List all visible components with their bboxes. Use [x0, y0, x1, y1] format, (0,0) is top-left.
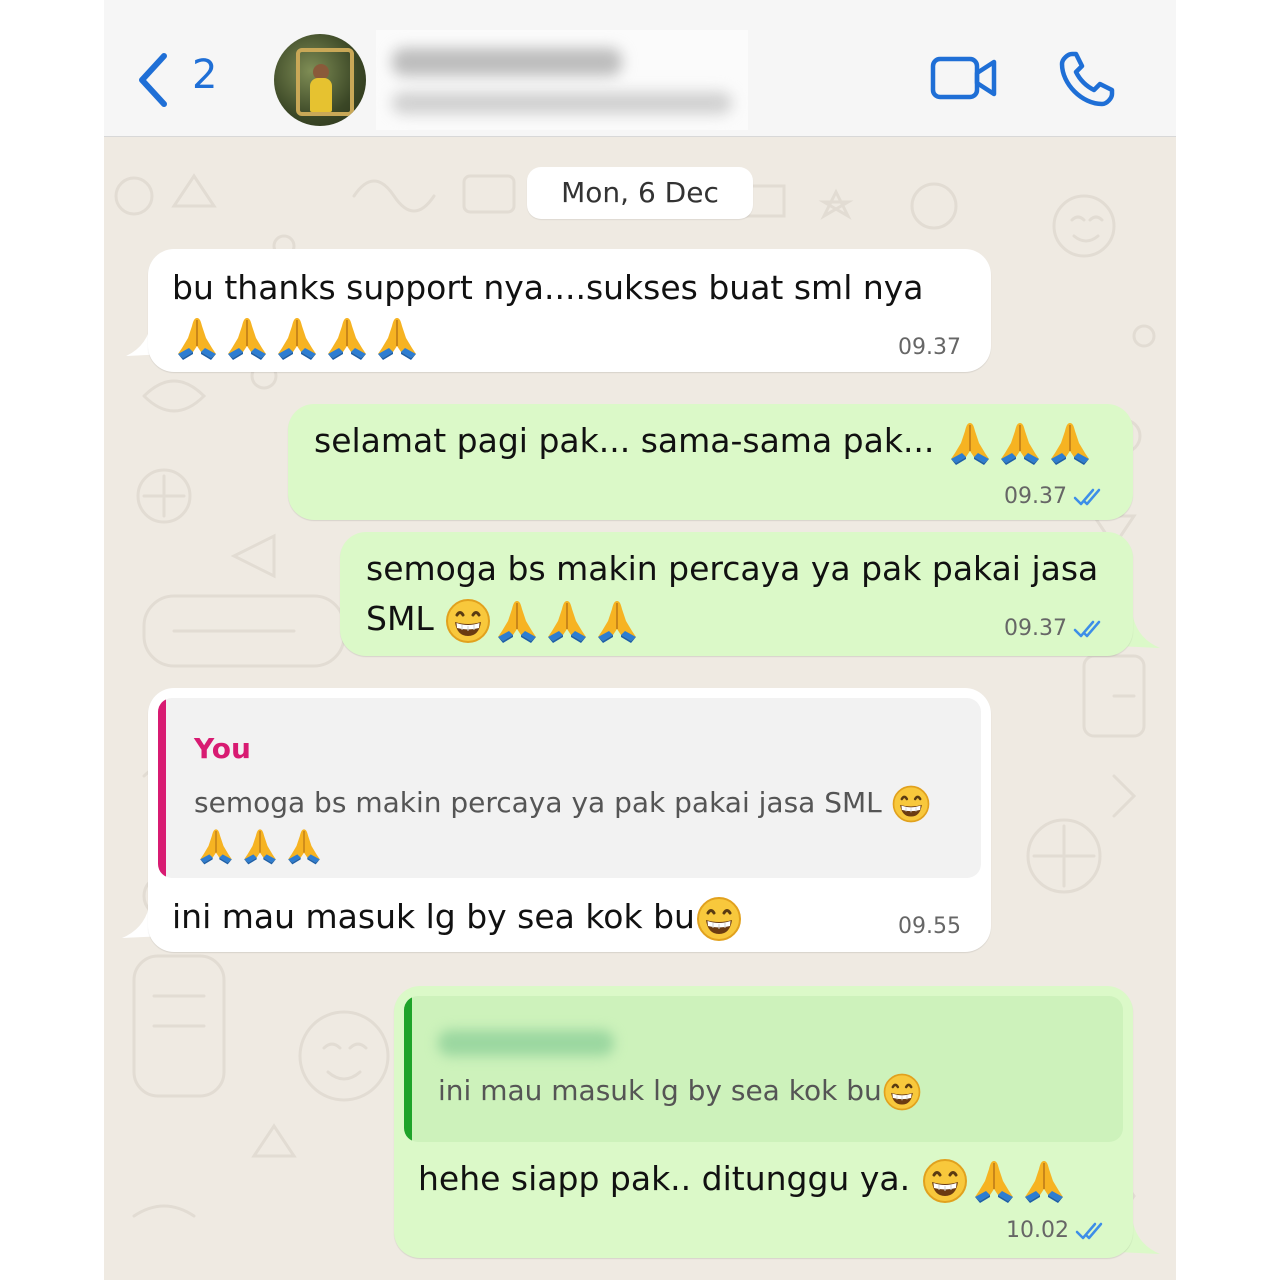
- folded-hands-emoji: [372, 314, 422, 362]
- date-separator: Mon, 6 Dec: [527, 167, 753, 219]
- folded-hands-emoji: [995, 419, 1045, 467]
- chat-screen: 2 Mon, 6 Dec bu thanks support nya....su…: [104, 0, 1176, 1280]
- message-bubble-incoming[interactable]: You semoga bs makin percaya ya pak pakai…: [148, 688, 991, 952]
- chat-header: 2: [104, 0, 1176, 137]
- quote-bar: [158, 698, 166, 878]
- folded-hands-emoji: [194, 826, 238, 866]
- folded-hands-emoji: [222, 314, 272, 362]
- contact-info[interactable]: [376, 30, 748, 130]
- folded-hands-emoji: [592, 597, 642, 645]
- folded-hands-emoji: [322, 314, 372, 362]
- message-bubble-outgoing[interactable]: semoga bs makin percaya ya pak pakai jas…: [340, 532, 1133, 656]
- message-text-content: hehe siapp pak.. ditunggu ya.: [418, 1159, 911, 1198]
- quote-text: semoga bs makin percaya ya pak pakai jas…: [194, 782, 931, 824]
- folded-hands-emoji: [542, 597, 592, 645]
- time-label: 09.37: [1004, 484, 1067, 509]
- quoted-message[interactable]: You semoga bs makin percaya ya pak pakai…: [158, 698, 981, 878]
- folded-hands-emoji: [945, 419, 995, 467]
- quote-text-content: semoga bs makin percaya ya pak pakai jas…: [194, 786, 882, 819]
- message-text-content: SML: [366, 599, 434, 638]
- message-text: selamat pagi pak... sama-sama pak...: [314, 416, 1095, 467]
- quote-text: ini mau masuk lg by sea kok bu: [438, 1070, 922, 1112]
- grinning-emoji: [882, 1072, 922, 1112]
- message-text-line1: semoga bs makin percaya ya pak pakai jas…: [366, 549, 1099, 588]
- message-time: 09.37: [1004, 484, 1107, 509]
- folded-hands-emoji: [238, 826, 282, 866]
- avatar[interactable]: [274, 34, 366, 126]
- folded-hands-emoji: [172, 314, 222, 362]
- message-text-content: ini mau masuk lg by sea kok bu: [172, 897, 695, 936]
- folded-hands-emoji: [969, 1157, 1019, 1205]
- grinning-emoji: [921, 1157, 969, 1205]
- message-time: 09.55: [898, 914, 961, 939]
- message-text: hehe siapp pak.. ditunggu ya.: [418, 1154, 1069, 1205]
- message-bubble-incoming[interactable]: bu thanks support nya....sukses buat sml…: [148, 249, 991, 372]
- message-text: ini mau masuk lg by sea kok bu: [172, 892, 743, 943]
- message-text-line2: SML: [366, 594, 642, 645]
- time-label: 10.02: [1006, 1218, 1069, 1243]
- back-chevron-icon[interactable]: [136, 52, 172, 108]
- folded-hands-emoji: [272, 314, 322, 362]
- grinning-emoji: [695, 895, 743, 943]
- double-tick-icon: [1075, 1220, 1109, 1242]
- phone-call-icon[interactable]: [1058, 50, 1116, 108]
- message-time: 10.02: [1006, 1218, 1109, 1243]
- message-time: 09.37: [898, 335, 961, 360]
- message-text: bu thanks support nya....sukses buat sml…: [172, 268, 924, 307]
- time-label: 09.37: [1004, 616, 1067, 641]
- avatar-person: [310, 78, 332, 112]
- message-time: 09.37: [1004, 616, 1107, 641]
- quote-bar: [404, 996, 412, 1142]
- quote-author: You: [194, 732, 251, 765]
- double-tick-icon: [1073, 486, 1107, 508]
- quote-text-content: ini mau masuk lg by sea kok bu: [438, 1074, 882, 1107]
- contact-name: [392, 48, 622, 76]
- folded-hands-emoji: [492, 597, 542, 645]
- message-emoji-row: [172, 311, 422, 362]
- grinning-emoji: [891, 784, 931, 824]
- quote-author: [438, 1030, 614, 1056]
- contact-status: [392, 92, 732, 114]
- message-bubble-outgoing[interactable]: selamat pagi pak... sama-sama pak... 09.…: [288, 404, 1133, 520]
- video-call-icon[interactable]: [930, 54, 998, 102]
- folded-hands-emoji: [1045, 419, 1095, 467]
- message-bubble-outgoing[interactable]: ini mau masuk lg by sea kok bu hehe siap…: [394, 986, 1133, 1258]
- folded-hands-emoji: [282, 826, 326, 866]
- double-tick-icon: [1073, 618, 1107, 640]
- quote-emoji-row: [194, 824, 326, 866]
- folded-hands-emoji: [1019, 1157, 1069, 1205]
- quoted-message[interactable]: ini mau masuk lg by sea kok bu: [404, 996, 1123, 1142]
- grinning-emoji: [444, 597, 492, 645]
- message-text-content: selamat pagi pak... sama-sama pak...: [314, 421, 935, 460]
- unread-count[interactable]: 2: [192, 52, 217, 98]
